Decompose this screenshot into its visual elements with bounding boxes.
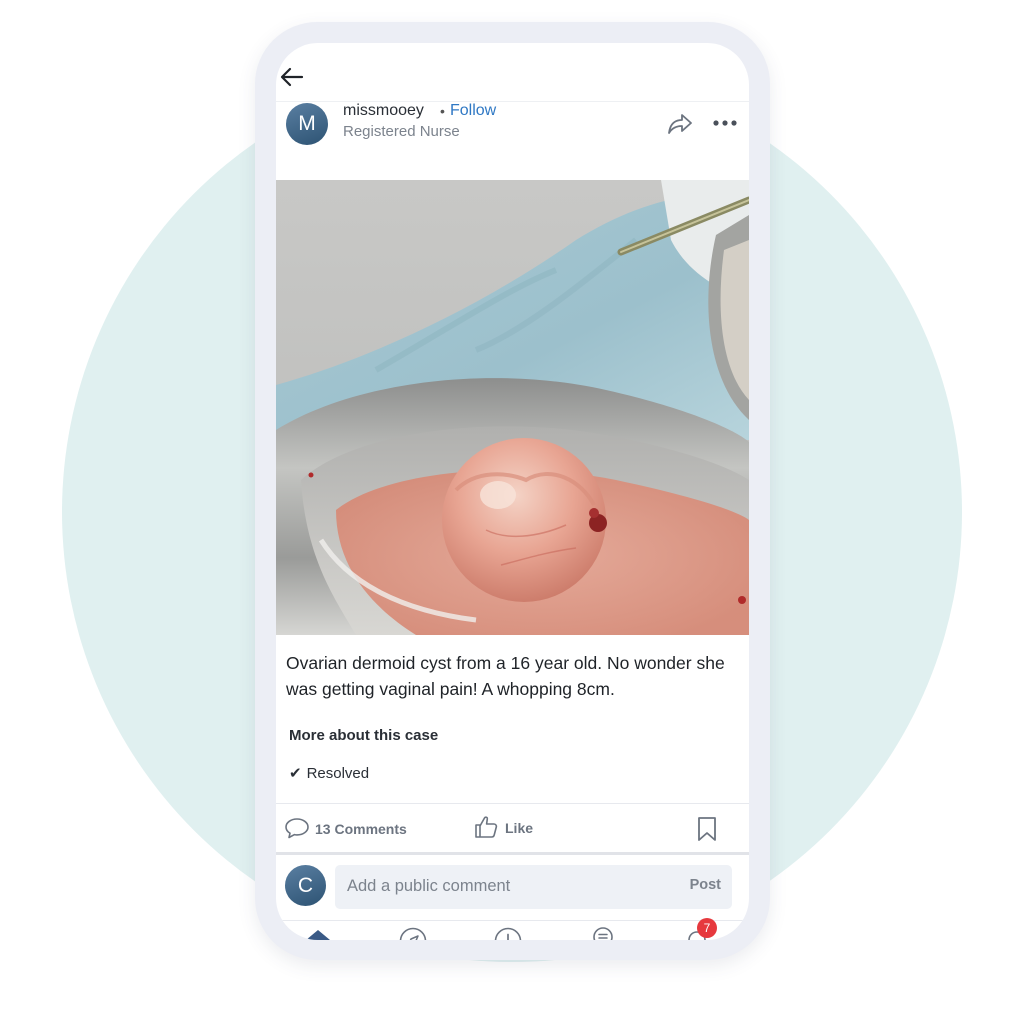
bookmark-button[interactable] (697, 816, 717, 842)
notification-badge: 7 (697, 918, 717, 938)
add-icon (494, 927, 522, 940)
share-icon (668, 114, 692, 134)
nav-explore[interactable] (398, 926, 428, 940)
post-caption: Ovarian dermoid cyst from a 16 year old.… (286, 653, 725, 699)
current-user-avatar[interactable]: C (285, 865, 326, 906)
nav-notifications[interactable]: 7 (682, 918, 717, 940)
comment-input[interactable]: Add a public comment Post (335, 865, 732, 909)
phone-frame: M missmooey • Follow Registered Nurse Ov… (255, 22, 770, 960)
top-bar (276, 43, 749, 101)
phone-screen: M missmooey • Follow Registered Nurse Ov… (276, 43, 749, 940)
compass-icon (399, 927, 427, 940)
author-username[interactable]: missmooey (343, 102, 424, 120)
separator-dot: • (440, 103, 445, 119)
case-status-label: Resolved (306, 765, 370, 782)
case-section-title: More about this case (289, 727, 439, 744)
more-dots-icon (713, 120, 737, 126)
author-role: Registered Nurse (343, 123, 460, 140)
post-header: M missmooey • Follow Registered Nurse (276, 101, 749, 160)
post-actions: 13 Comments Like (276, 804, 749, 852)
comment-bubble-icon (285, 818, 309, 839)
author-avatar[interactable]: M (286, 103, 328, 145)
post-photo[interactable] (276, 180, 749, 635)
more-options-button[interactable] (712, 115, 738, 131)
bottom-navigation: 7 (276, 918, 749, 940)
follow-button[interactable]: Follow (450, 102, 496, 120)
home-icon (306, 930, 330, 940)
back-arrow-icon (280, 67, 304, 87)
share-button[interactable] (666, 112, 694, 136)
surgical-specimen-photo (276, 180, 749, 635)
nav-create[interactable] (493, 926, 523, 940)
comment-placeholder: Add a public comment (347, 877, 511, 895)
nav-home[interactable] (303, 926, 333, 940)
thumbs-up-icon (475, 816, 498, 838)
case-status: ✔ Resolved (289, 764, 369, 782)
comment-composer: C Add a public comment Post (276, 855, 749, 921)
award-icon (593, 927, 613, 940)
back-button[interactable] (276, 63, 310, 91)
bookmark-icon (698, 817, 716, 841)
checkmark-icon: ✔ (289, 765, 302, 782)
comments-count-label: 13 Comments (315, 821, 407, 837)
like-label: Like (505, 820, 534, 836)
post-comment-button[interactable]: Post (690, 877, 721, 893)
nav-rewards[interactable] (588, 926, 618, 940)
